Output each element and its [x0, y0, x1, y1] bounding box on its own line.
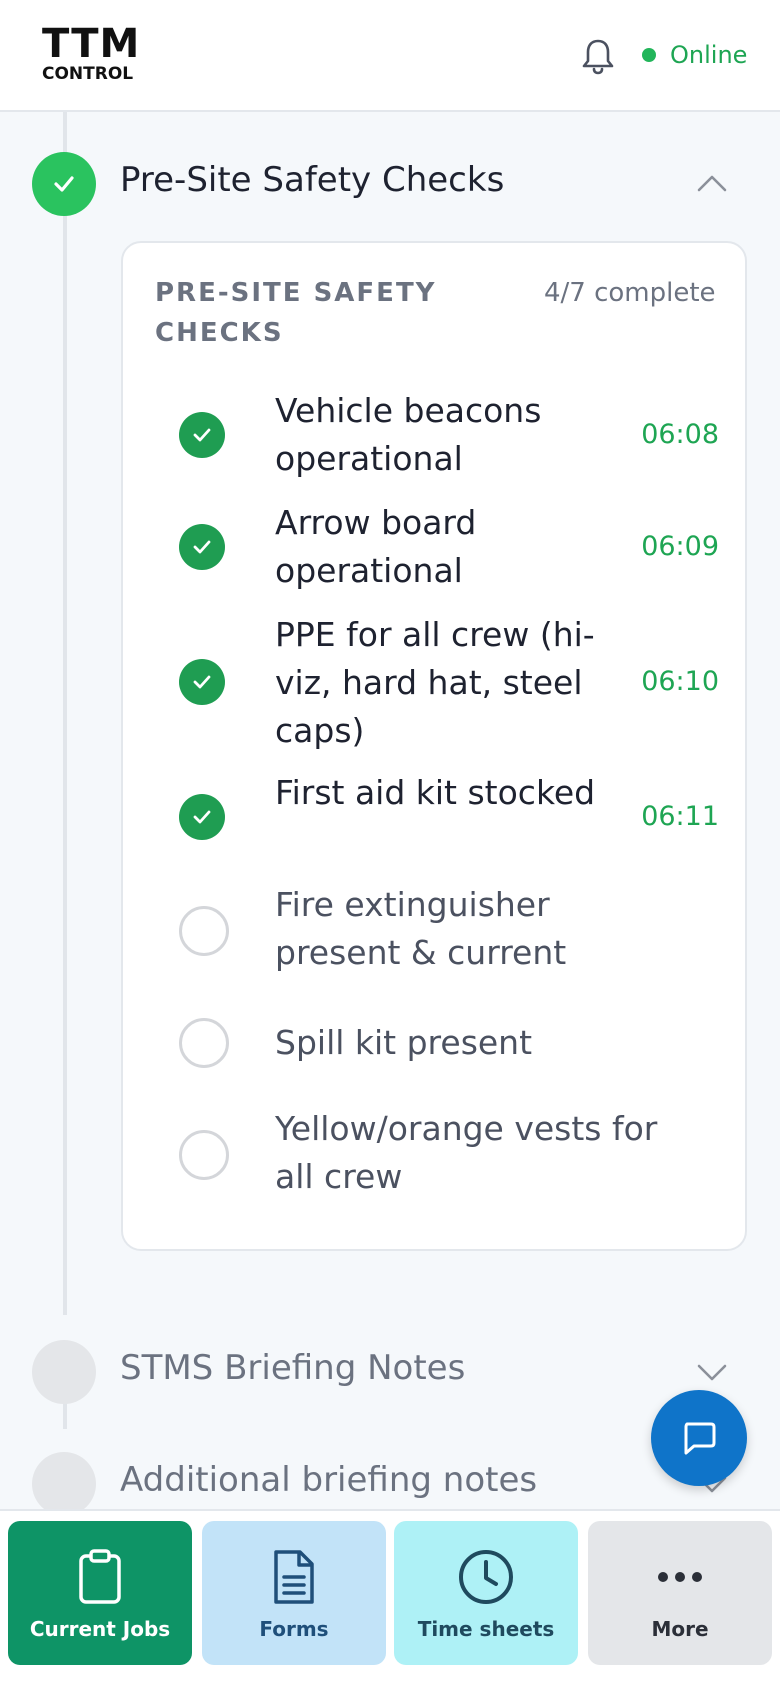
- clipboard-icon: [70, 1547, 130, 1607]
- chevron-down-icon[interactable]: [695, 1355, 729, 1389]
- timeline-connector: [63, 112, 67, 1315]
- nav-label: More: [651, 1617, 709, 1641]
- checklist-item-label: Vehicle beacons operational: [275, 391, 542, 478]
- clock-icon: [456, 1547, 516, 1607]
- checklist-item[interactable]: Vehicle beacons operational 06:08: [123, 383, 749, 487]
- card-title: PRE-SITE SAFETY CHECKS: [155, 278, 437, 348]
- nav-tab-current-jobs[interactable]: Current Jobs: [8, 1521, 192, 1665]
- nav-label: Time sheets: [417, 1617, 555, 1641]
- empty-checkbox-icon[interactable]: [179, 1130, 229, 1180]
- nav-tab-more[interactable]: More: [588, 1521, 772, 1665]
- progress-label: 4/7 complete: [544, 278, 716, 308]
- checked-checkbox-icon[interactable]: [179, 412, 225, 458]
- checklist-item[interactable]: Spill kit present: [123, 989, 749, 1093]
- chevron-up-icon[interactable]: [695, 167, 729, 201]
- checklist-item-label: Spill kit present: [275, 1023, 533, 1062]
- nav-tab-forms[interactable]: Forms: [202, 1521, 386, 1665]
- nav-label: Current Jobs: [29, 1617, 171, 1641]
- checklist-item[interactable]: Yellow/orange vests for all crew: [123, 1101, 749, 1205]
- checked-checkbox-icon[interactable]: [179, 659, 225, 705]
- connection-status: Online: [642, 40, 747, 70]
- step-title-additional-briefing-notes[interactable]: Additional briefing notes: [120, 1460, 537, 1500]
- bottom-navigation: Current Jobs Forms Time sheets More: [0, 1509, 780, 1688]
- empty-checkbox-icon[interactable]: [179, 1018, 229, 1068]
- step-pending-circle: [32, 1452, 96, 1516]
- safety-checklist-card: PRE-SITE SAFETY CHECKS 4/7 complete Vehi…: [121, 241, 747, 1251]
- step-complete-check-icon: [32, 152, 96, 216]
- more-dots-icon: [650, 1547, 710, 1607]
- ttm-control-logo[interactable]: TTM CONTROL: [42, 24, 140, 83]
- status-label: Online: [670, 41, 748, 69]
- app-header: TTM CONTROL Online: [0, 0, 780, 112]
- status-dot-icon: [642, 48, 656, 62]
- logo-text-bottom: CONTROL: [42, 64, 134, 84]
- checklist-item-label: First aid kit stocked: [275, 773, 596, 812]
- step-pending-circle: [32, 1340, 96, 1404]
- checklist-item-time: 06:11: [641, 801, 719, 832]
- document-icon: [264, 1547, 324, 1607]
- chat-bubble-icon: [684, 1422, 716, 1455]
- checklist-item[interactable]: Fire extinguisher present & current: [123, 877, 749, 981]
- checklist-item-time: 06:10: [641, 666, 719, 697]
- checklist-item[interactable]: First aid kit stocked 06:11: [123, 765, 749, 869]
- checked-checkbox-icon[interactable]: [179, 524, 225, 570]
- nav-tab-time-sheets[interactable]: Time sheets: [394, 1521, 578, 1665]
- step-title-stms-briefing-notes[interactable]: STMS Briefing Notes: [120, 1348, 465, 1388]
- logo-text-top: TTM: [42, 21, 141, 67]
- bell-icon[interactable]: [578, 36, 618, 76]
- checked-checkbox-icon[interactable]: [179, 794, 225, 840]
- checklist-item[interactable]: PPE for all crew (hi-viz, hard hat, stee…: [123, 607, 749, 757]
- step-title-pre-site-safety-checks[interactable]: Pre-Site Safety Checks: [120, 160, 504, 200]
- checklist-item-label: PPE for all crew (hi-viz, hard hat, stee…: [275, 615, 595, 750]
- checklist-item-time: 06:08: [641, 419, 719, 450]
- nav-label: Forms: [259, 1617, 329, 1641]
- empty-checkbox-icon[interactable]: [179, 906, 229, 956]
- checklist-item[interactable]: Arrow board operational 06:09: [123, 495, 749, 599]
- checklist-item-time: 06:09: [641, 531, 719, 562]
- timeline-connector: [63, 1400, 67, 1429]
- checklist-item-label: Yellow/orange vests for all crew: [275, 1109, 658, 1196]
- checklist-item-label: Fire extinguisher present & current: [275, 885, 567, 972]
- checklist-item-label: Arrow board operational: [275, 503, 477, 590]
- chat-button[interactable]: [651, 1390, 747, 1486]
